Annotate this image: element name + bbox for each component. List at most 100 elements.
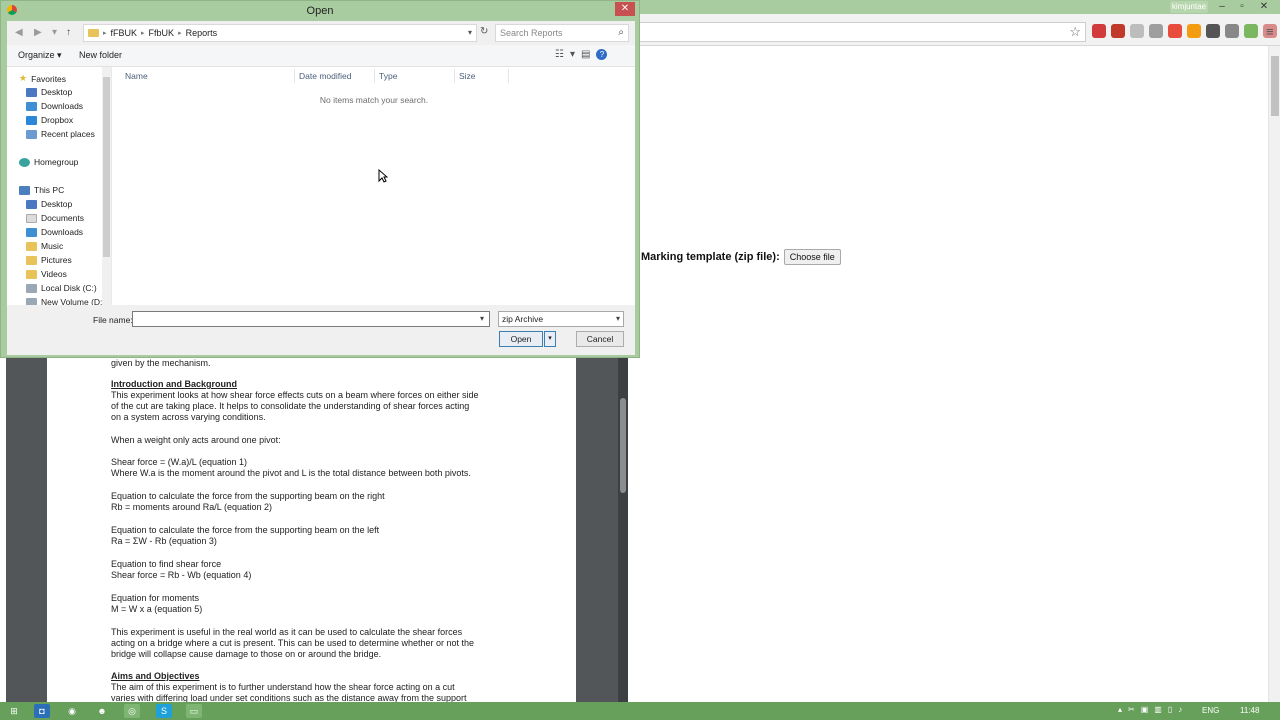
green-extension-icon[interactable] — [1244, 24, 1258, 38]
navigation-scrollbar[interactable] — [102, 67, 111, 305]
dialog-address-bar[interactable]: ▸ fFBUK ▸ FfbUK ▸ Reports ▾ — [83, 24, 477, 42]
downloads-icon — [26, 227, 37, 237]
help-icon[interactable]: ? — [596, 49, 608, 60]
history-dropdown-icon[interactable]: ▾ — [52, 27, 57, 38]
mail-extension-icon[interactable] — [1168, 24, 1182, 38]
column-header-date-modified[interactable]: Date modified — [299, 71, 351, 81]
open-options-dropdown-icon[interactable]: ▾ — [544, 331, 556, 347]
refresh-icon[interactable]: ↻ — [480, 26, 488, 37]
back-arrow-icon[interactable]: ◀ — [15, 27, 23, 38]
tray-network-icon[interactable]: ▥ — [1154, 705, 1162, 714]
tree-item-downloads[interactable]: Downloads — [26, 101, 83, 111]
monitor-extension-icon[interactable] — [1130, 24, 1144, 38]
tree-item-local-disk[interactable]: Local Disk (C:) — [26, 283, 97, 293]
outlook-icon[interactable]: ◘ — [34, 704, 50, 718]
organize-button[interactable]: Organize ▾ — [18, 50, 62, 61]
breadcrumb-item[interactable]: Reports — [186, 28, 218, 38]
tree-item-documents[interactable]: Documents — [26, 213, 84, 223]
taskbar: ⊞ ◘ ◉ ☻ ◎ S ▭ ▴ ✂ ▣ ▥ ▯ ♪ ENG 11:48 — [0, 702, 1280, 720]
tree-item-pc-downloads[interactable]: Downloads — [26, 227, 83, 237]
tray-expand-icon[interactable]: ▴ — [1118, 705, 1122, 714]
breadcrumb-separator-icon: ▸ — [141, 30, 145, 37]
column-separator[interactable] — [454, 69, 455, 83]
tree-item-videos[interactable]: Videos — [26, 269, 67, 279]
new-folder-button[interactable]: New folder — [79, 50, 122, 60]
pdf-heading: Introduction and Background — [111, 379, 237, 389]
clock[interactable]: 11:48 — [1240, 706, 1259, 715]
close-button[interactable]: ✕ — [1254, 0, 1274, 14]
user-profile-chip[interactable]: kimjuntae — [1170, 1, 1208, 13]
column-separator[interactable] — [374, 69, 375, 83]
breadcrumb-item[interactable]: FfbUK — [149, 28, 175, 38]
breadcrumb-item[interactable]: fFBUK — [111, 28, 138, 38]
address-bar[interactable]: ☆ — [640, 22, 1086, 42]
dialog-close-button[interactable]: ✕ — [615, 2, 635, 16]
tree-label: Videos — [41, 269, 67, 279]
pdf-line: M = W x a (equation 5) — [111, 604, 203, 614]
tray-volume-icon[interactable]: ♪ — [1178, 705, 1182, 714]
skype-icon[interactable]: S — [156, 704, 172, 718]
tree-item-new-volume[interactable]: New Volume (D:) — [26, 297, 105, 305]
preview-pane-icon[interactable]: ▤ — [581, 49, 590, 60]
user-app-icon[interactable]: ☻ — [94, 704, 110, 718]
pdf-scrollbar[interactable] — [618, 358, 628, 702]
navigation-scrollbar-thumb[interactable] — [103, 77, 110, 257]
pdf-scrollbar-thumb[interactable] — [620, 398, 626, 493]
choose-file-button[interactable]: Choose file — [783, 249, 841, 265]
tree-homegroup[interactable]: Homegroup — [19, 157, 78, 167]
dialog-body: ◀ ▶ ▾ ↑ ▸ fFBUK ▸ FfbUK ▸ Reports ▾ ↻ Se… — [7, 21, 635, 355]
pdf-line: Rb = moments around Ra/L (equation 2) — [111, 502, 273, 512]
page-scrollbar[interactable] — [1268, 46, 1280, 702]
music-icon — [26, 241, 37, 251]
chrome-taskbar-icon[interactable]: ◎ — [124, 704, 140, 718]
file-name-dropdown-icon[interactable]: ▾ — [480, 314, 484, 323]
tray-battery-icon[interactable]: ▯ — [1168, 705, 1172, 714]
start-windows-icon[interactable]: ⊞ — [6, 704, 22, 718]
file-type-dropdown-icon[interactable]: ▾ — [616, 312, 620, 326]
bar-extension-icon[interactable] — [1225, 24, 1239, 38]
tray-app-icon[interactable]: ✂ — [1128, 705, 1135, 714]
view-dropdown-icon[interactable]: ▾ — [570, 49, 575, 60]
empty-search-message: No items match your search. — [319, 95, 429, 105]
tree-item-recent-places[interactable]: Recent places — [26, 129, 95, 139]
forward-arrow-icon[interactable]: ▶ — [34, 27, 42, 38]
file-type-select[interactable]: zip Archive ▾ — [498, 311, 624, 327]
menu-icon[interactable]: ≡ — [1266, 24, 1274, 39]
tree-item-pc-desktop[interactable]: Desktop — [26, 199, 72, 209]
tree-favorites[interactable]: ★ Favorites — [19, 73, 66, 84]
tree-this-pc[interactable]: This PC — [19, 185, 64, 195]
file-explorer-icon[interactable]: ▭ — [186, 704, 202, 718]
media-player-icon[interactable]: ◉ — [64, 704, 80, 718]
address-dropdown-icon[interactable]: ▾ — [468, 28, 472, 37]
tree-item-music[interactable]: Music — [26, 241, 63, 251]
column-header-size[interactable]: Size — [459, 71, 476, 81]
search-icon[interactable]: ⌕ — [618, 25, 624, 41]
bookmark-star-icon[interactable]: ☆ — [1069, 24, 1081, 40]
tray-device-icon[interactable]: ▣ — [1141, 705, 1149, 714]
tree-label: Documents — [41, 213, 84, 223]
column-separator[interactable] — [508, 69, 509, 83]
fire-extension-icon[interactable] — [1187, 24, 1201, 38]
column-header-name[interactable]: Name — [125, 71, 148, 81]
view-mode-icon[interactable]: ☷ — [555, 49, 564, 60]
star-icon: ★ — [19, 73, 28, 83]
tree-item-dropbox[interactable]: Dropbox — [26, 115, 73, 125]
open-button[interactable]: Open — [499, 331, 543, 347]
shield-extension-icon[interactable] — [1092, 24, 1106, 38]
red-extension-icon[interactable] — [1111, 24, 1125, 38]
cancel-button[interactable]: Cancel — [576, 331, 624, 347]
column-separator[interactable] — [294, 69, 295, 83]
minimize-button[interactable]: – — [1212, 0, 1232, 14]
column-header-type[interactable]: Type — [379, 71, 397, 81]
language-indicator[interactable]: ENG — [1202, 706, 1219, 715]
up-arrow-icon[interactable]: ↑ — [66, 27, 71, 38]
tree-item-pictures[interactable]: Pictures — [26, 255, 72, 265]
page-scrollbar-thumb[interactable] — [1271, 56, 1279, 116]
search-input[interactable]: Search Reports ⌕ — [495, 24, 629, 42]
tree-item-desktop[interactable]: Desktop — [26, 87, 72, 97]
pdf-line: given by the mechanism. — [111, 358, 211, 368]
file-name-input[interactable] — [132, 311, 490, 327]
gray-extension-icon[interactable] — [1149, 24, 1163, 38]
maximize-button[interactable]: ▫ — [1232, 0, 1252, 14]
dark-extension-icon[interactable] — [1206, 24, 1220, 38]
